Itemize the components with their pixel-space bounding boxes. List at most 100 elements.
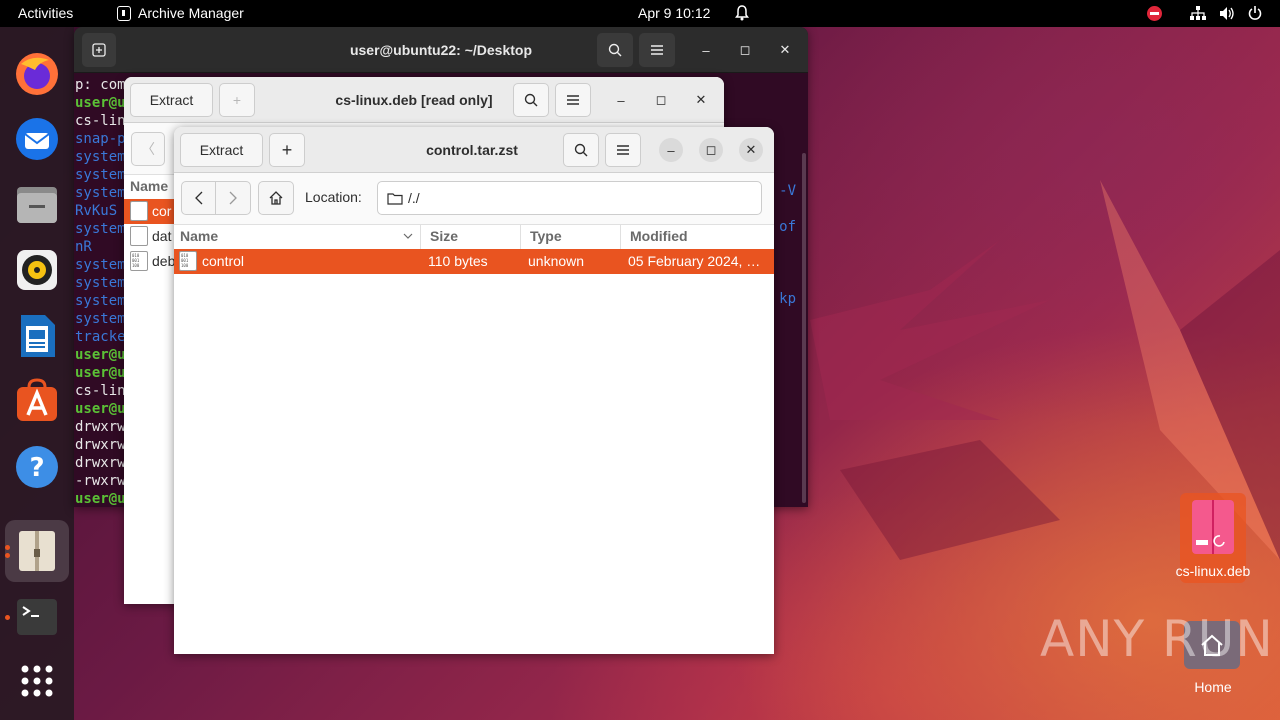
network-icon[interactable] [1190, 6, 1206, 21]
search-icon [608, 43, 622, 57]
clock[interactable]: Apr 9 10:12 [638, 5, 710, 21]
row-name: control [202, 253, 245, 269]
forward-button[interactable] [216, 182, 250, 214]
deb-package-icon [1192, 500, 1234, 554]
extract-button[interactable]: Extract [180, 133, 263, 167]
back-button[interactable] [182, 182, 217, 214]
terminal-maximize-button[interactable]: ◻ [733, 38, 757, 62]
rhythmbox-icon[interactable] [13, 246, 61, 294]
location-value: /./ [408, 190, 420, 206]
archive-control-search-button[interactable] [563, 133, 599, 167]
hamburger-icon [617, 145, 629, 155]
hamburger-icon [567, 95, 579, 105]
terminal-menu-button[interactable] [639, 33, 675, 67]
archive-control-close-button[interactable]: ✕ [739, 138, 763, 162]
column-modified-header[interactable]: Modified [630, 228, 688, 244]
archive-control-headerbar: Extract + control.tar.zst – ◻ ✕ [174, 127, 774, 173]
search-icon [574, 143, 588, 157]
file-icon [130, 226, 148, 246]
terminal-minimize-button[interactable]: – [694, 38, 718, 62]
notification-bell-icon [735, 5, 749, 21]
extract-button[interactable]: Extract [130, 83, 213, 117]
deb-file-label: cs-linux.deb [1175, 563, 1251, 579]
column-divider [520, 224, 521, 250]
add-files-button[interactable]: + [269, 133, 305, 167]
firefox-icon[interactable] [13, 50, 61, 98]
location-label: Location: [305, 189, 362, 205]
archive-deb-maximize-button[interactable]: ◻ [649, 88, 673, 112]
archive-manager-icon [117, 5, 131, 21]
terminal-search-button[interactable] [597, 33, 633, 67]
terminal-headerbar: user@ubuntu22: ~/Desktop – ◻ ✕ [74, 27, 808, 73]
sort-chevron-down-icon [403, 233, 413, 239]
archive-deb-menu-button[interactable] [555, 83, 591, 117]
add-files-button[interactable]: + [219, 83, 255, 117]
back-button[interactable]: 〈 [131, 132, 165, 166]
column-name-header[interactable]: Name [130, 178, 168, 194]
activities-button[interactable]: Activities [18, 5, 73, 21]
row-size: 110 bytes [428, 253, 488, 269]
app-center-icon[interactable] [13, 377, 61, 425]
do-not-disturb-icon[interactable] [1147, 6, 1162, 21]
column-type-header[interactable]: Type [530, 228, 562, 244]
terminal-output-fragment: kp [779, 291, 796, 307]
archive-manager-dock-icon[interactable] [5, 520, 69, 582]
table-row[interactable]: 010 001 100 control 110 bytes unknown 05 F… [174, 249, 774, 274]
archive-control-title: control.tar.zst [426, 142, 518, 158]
binary-file-icon: 010 001 100 [130, 251, 148, 271]
watermark: ANY RUN [1040, 610, 1274, 668]
archive-window-control: Extract + control.tar.zst – ◻ ✕ Location… [174, 127, 774, 654]
volume-icon[interactable] [1219, 6, 1235, 21]
thunderbird-icon[interactable] [13, 115, 61, 163]
terminal-output-fragment: -V [779, 183, 796, 199]
archive-control-list-header: Name Size Type Modified [174, 224, 774, 250]
row-type: unknown [528, 253, 585, 269]
desktop-deb-file[interactable]: cs-linux.deb [1176, 493, 1250, 583]
archive-control-menu-button[interactable] [605, 133, 641, 167]
libreoffice-writer-icon[interactable] [13, 312, 61, 360]
column-divider [420, 224, 421, 250]
archive-deb-close-button[interactable]: ✕ [689, 88, 713, 112]
column-size-header[interactable]: Size [430, 228, 458, 244]
home-label: Home [1194, 679, 1232, 695]
running-indicator [5, 615, 10, 620]
hamburger-icon [651, 45, 663, 55]
archive-control-toolbar: Location: /./ [174, 173, 774, 225]
terminal-output-fragment: of [779, 219, 796, 235]
svg-text:?: ? [29, 453, 44, 483]
archive-deb-search-button[interactable] [513, 83, 549, 117]
terminal-close-button[interactable]: ✕ [773, 38, 797, 62]
navigation-buttons [181, 181, 251, 215]
help-icon[interactable]: ? [13, 443, 61, 491]
archive-deb-minimize-button[interactable]: – [609, 88, 633, 112]
app-menu-label: Archive Manager [138, 5, 244, 21]
row-modified: 05 February 2024, … [628, 253, 761, 269]
search-icon [524, 93, 538, 107]
file-icon [130, 201, 148, 221]
show-apps-icon[interactable] [13, 657, 61, 705]
terminal-icon[interactable] [13, 593, 61, 641]
chevron-left-icon [194, 191, 202, 205]
power-icon[interactable] [1248, 5, 1262, 21]
dock: ? [0, 27, 74, 720]
app-menu[interactable]: Archive Manager [117, 5, 244, 21]
archive-deb-title: cs-linux.deb [read only] [335, 92, 493, 108]
archive-deb-headerbar: Extract + cs-linux.deb [read only] – ◻ ✕ [124, 77, 724, 123]
running-indicator [5, 545, 10, 550]
archive-control-maximize-button[interactable]: ◻ [699, 138, 723, 162]
binary-file-icon: 010 001 100 [179, 251, 197, 271]
column-name-header[interactable]: Name [180, 228, 218, 244]
top-bar: Activities Archive Manager Apr 9 10:12 [0, 0, 1280, 27]
new-tab-button[interactable] [82, 33, 116, 67]
chevron-right-icon [229, 191, 237, 205]
home-button[interactable] [258, 181, 294, 215]
column-divider [620, 224, 621, 250]
terminal-scrollbar[interactable] [802, 153, 806, 503]
folder-icon [387, 193, 403, 205]
home-icon [269, 191, 283, 205]
archive-control-minimize-button[interactable]: – [659, 138, 683, 162]
files-icon[interactable] [13, 181, 61, 229]
terminal-title: user@ubuntu22: ~/Desktop [349, 42, 533, 58]
location-field[interactable]: /./ [377, 181, 762, 215]
running-indicator [5, 553, 10, 558]
